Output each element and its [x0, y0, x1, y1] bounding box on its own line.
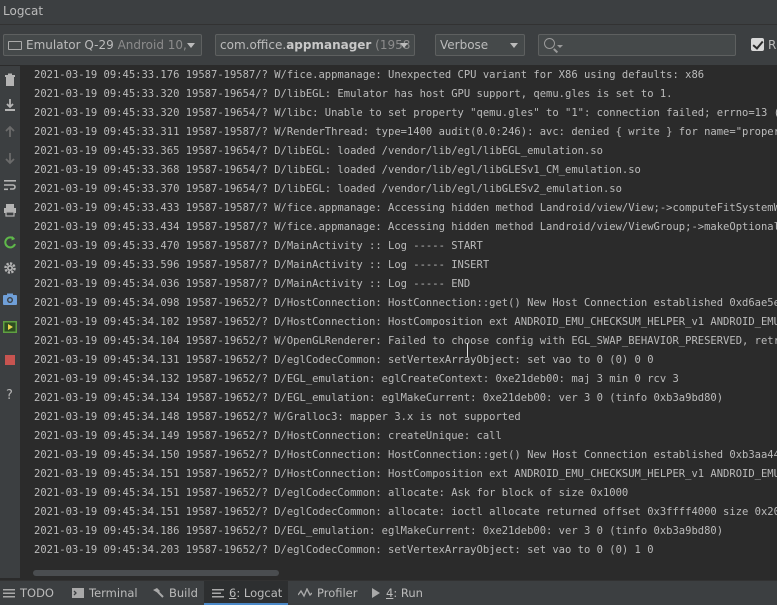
tab-build-label: Build [169, 586, 198, 600]
help-icon[interactable]: ? [2, 386, 18, 402]
log-line: 2021-03-19 09:45:34.151 19587-19652/? D/… [34, 506, 777, 518]
process-prefix: com.office. [220, 38, 287, 52]
log-line: 2021-03-19 09:45:34.186 19587-19652/? D/… [34, 525, 724, 537]
log-line: 2021-03-19 09:45:34.150 19587-19652/? D/… [34, 449, 777, 461]
log-line: 2021-03-19 09:45:34.148 19587-19652/? W/… [34, 411, 521, 423]
bottom-tool-window-bar: TODO Terminal Build 6: Logcat Profiler 4… [0, 580, 777, 605]
log-line: 2021-03-19 09:45:34.149 19587-19652/? D/… [34, 430, 502, 442]
log-level-selector[interactable]: Verbose [435, 34, 525, 56]
search-icon[interactable] [544, 38, 555, 49]
tab-logcat[interactable]: 6: Logcat [204, 581, 289, 605]
window-title: Logcat [3, 4, 44, 18]
log-line: 2021-03-19 09:45:34.132 19587-19652/? D/… [34, 373, 679, 385]
restart-icon[interactable] [2, 234, 18, 250]
log-line: 2021-03-19 09:45:33.320 19587-19654/? W/… [34, 107, 777, 119]
log-line: 2021-03-19 09:45:33.470 19587-19587/? D/… [34, 240, 483, 252]
log-line: 2021-03-19 09:45:33.596 19587-19587/? D/… [34, 259, 490, 271]
down-arrow-icon[interactable] [2, 150, 18, 166]
logcat-icon [212, 589, 224, 598]
screenshot-icon[interactable] [2, 291, 18, 307]
logcat-output[interactable]: 2021-03-19 09:45:33.176 19587-19587/? W/… [21, 66, 777, 566]
profiler-icon [297, 587, 313, 598]
device-detail: Android 10, [117, 38, 187, 52]
tab-terminal-label: Terminal [89, 586, 138, 600]
process-selector[interactable]: com.office.appmanager (1958 [215, 34, 415, 56]
logcat-toolbar: Emulator Q-29 Android 10, com.office.app… [0, 25, 777, 66]
print-icon[interactable] [2, 202, 18, 218]
hammer-icon [153, 588, 164, 598]
tab-todo[interactable]: TODO [3, 581, 54, 605]
process-name: appmanager [286, 38, 372, 52]
log-line: 2021-03-19 09:45:33.434 19587-19587/? W/… [34, 221, 777, 233]
scroll-to-end-icon[interactable] [2, 97, 18, 113]
horizontal-scrollbar[interactable] [33, 570, 279, 576]
tab-profiler[interactable]: Profiler [297, 581, 358, 605]
text-cursor [467, 343, 468, 357]
device-name: Emulator Q-29 [26, 38, 114, 52]
log-line: 2021-03-19 09:45:33.370 19587-19654/? D/… [34, 183, 622, 195]
log-line: 2021-03-19 09:45:34.104 19587-19652/? W/… [34, 335, 777, 347]
list-icon [3, 589, 15, 598]
log-level-value: Verbose [440, 38, 489, 52]
soft-wrap-icon[interactable] [2, 177, 18, 193]
chevron-down-icon [187, 43, 195, 48]
log-search-box[interactable] [538, 34, 736, 56]
log-line: 2021-03-19 09:45:33.176 19587-19587/? W/… [34, 69, 705, 81]
log-line: 2021-03-19 09:45:34.151 19587-19652/? D/… [34, 487, 629, 499]
log-line: 2021-03-19 09:45:34.151 19587-19652/? D/… [34, 468, 777, 480]
stop-icon[interactable] [2, 352, 18, 368]
log-line: 2021-03-19 09:45:33.311 19587-19587/? W/… [34, 126, 777, 138]
log-line: 2021-03-19 09:45:34.134 19587-19652/? D/… [34, 392, 724, 404]
chevron-down-icon [400, 43, 408, 48]
device-icon [8, 41, 22, 50]
log-line: 2021-03-19 09:45:33.433 19587-19587/? W/… [34, 202, 777, 214]
chevron-down-icon [510, 43, 518, 48]
terminal-icon [72, 588, 84, 598]
tab-terminal[interactable]: Terminal [72, 581, 138, 605]
search-input[interactable] [563, 36, 731, 54]
run-icon [372, 588, 380, 598]
tab-profiler-label: Profiler [317, 586, 358, 600]
logcat-side-toolbar: ? [0, 66, 20, 578]
tab-build[interactable]: Build [152, 581, 198, 605]
log-line: 2021-03-19 09:45:34.203 19587-19652/? D/… [34, 544, 654, 556]
log-line: 2021-03-19 09:45:34.098 19587-19652/? D/… [34, 297, 777, 309]
log-line: 2021-03-19 09:45:34.102 19587-19652/? D/… [34, 316, 777, 328]
up-arrow-icon[interactable] [2, 124, 18, 140]
tab-run[interactable]: 4: Run [371, 581, 423, 605]
tab-run-label: : Run [393, 586, 423, 600]
tab-logcat-label: : Logcat [236, 586, 283, 600]
log-line: 2021-03-19 09:45:33.368 19587-19654/? D/… [34, 164, 641, 176]
log-line: 2021-03-19 09:45:34.036 19587-19587/? D/… [34, 278, 471, 290]
tool-window-title-bar: Logcat [0, 0, 777, 25]
screen-record-icon[interactable] [2, 319, 18, 335]
regex-checkbox[interactable] [751, 38, 764, 51]
trash-icon[interactable] [2, 72, 18, 88]
log-line: 2021-03-19 09:45:33.320 19587-19654/? D/… [34, 88, 673, 100]
regex-checkbox-label: R [768, 38, 777, 52]
device-selector[interactable]: Emulator Q-29 Android 10, [3, 34, 202, 56]
tab-todo-label: TODO [20, 586, 54, 600]
log-line: 2021-03-19 09:45:34.131 19587-19652/? D/… [34, 354, 654, 366]
log-line: 2021-03-19 09:45:33.365 19587-19654/? D/… [34, 145, 603, 157]
svg-text:?: ? [6, 388, 13, 402]
settings-icon[interactable] [2, 260, 18, 276]
